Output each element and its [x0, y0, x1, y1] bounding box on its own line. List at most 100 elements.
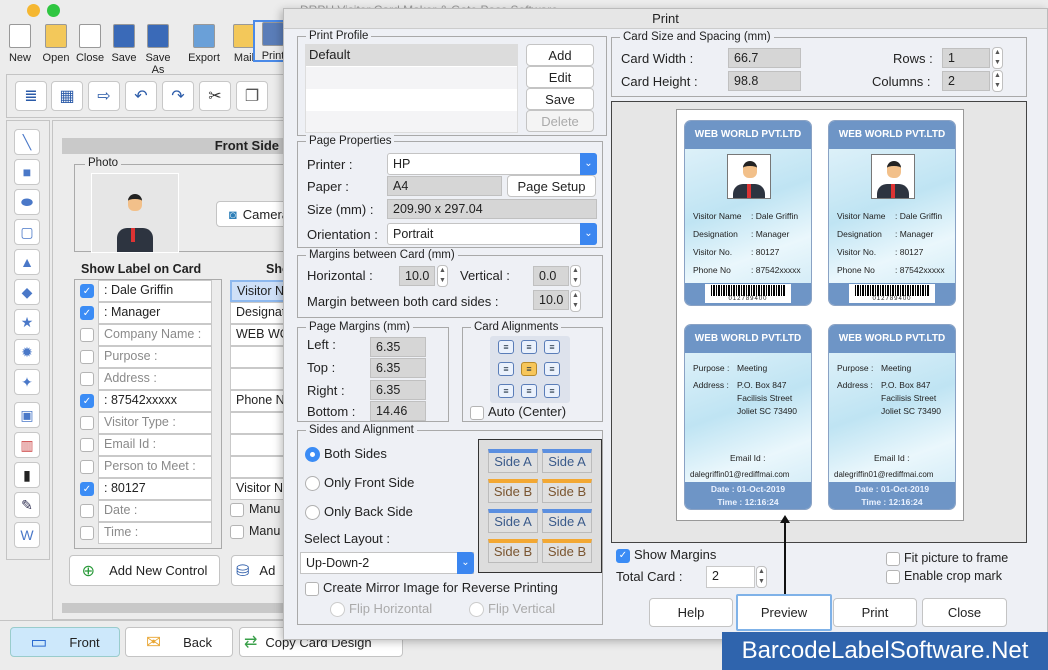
label-field[interactable]: Person to Meet :	[98, 456, 212, 478]
page-setup-button[interactable]: Page Setup	[507, 175, 596, 197]
horizontal-scrollbar[interactable]	[62, 603, 292, 613]
label-field[interactable]: Company Name :	[98, 324, 212, 346]
mirror-image-checkbox[interactable]: Create Mirror Image for Reverse Printing	[305, 580, 558, 596]
rectangle-tool-icon[interactable]: ■	[14, 159, 40, 185]
label-field[interactable]: : 80127	[98, 478, 212, 500]
back-tab[interactable]: ✉ Back	[125, 627, 233, 657]
label-field[interactable]: Visitor Type :	[98, 412, 212, 434]
checkbox-box[interactable]	[80, 350, 94, 364]
check-icon[interactable]: ✓	[80, 306, 94, 320]
align-top-right-icon[interactable]: ≡	[544, 340, 560, 354]
vertical-stepper[interactable]: ▲ ▼	[570, 265, 581, 287]
layout-select[interactable]: Up-Down-2 ⌄	[300, 552, 474, 574]
cut-icon[interactable]: ✂	[199, 81, 231, 111]
rows-field[interactable]: 1	[942, 48, 990, 68]
export-image-icon[interactable]: ⇨	[88, 81, 120, 111]
right-margin-field[interactable]: 6.35	[370, 380, 426, 400]
edit-profile-button[interactable]: Edit	[526, 66, 594, 88]
label-field[interactable]: : 87542xxxxx	[98, 390, 212, 412]
image-icon[interactable]: ▦	[51, 81, 83, 111]
auto-center-checkbox[interactable]: Auto (Center)	[470, 404, 566, 420]
delete-profile-button[interactable]: Delete	[526, 110, 594, 132]
close-button[interactable]: Close	[922, 598, 1007, 627]
only-front-radio[interactable]: Only Front Side	[305, 475, 414, 492]
fit-picture-checkbox[interactable]: Fit picture to frame	[886, 551, 1008, 566]
flip-vertical-radio[interactable]: Flip Vertical	[469, 601, 555, 618]
show-margins-checkbox[interactable]: ✓ Show Margins	[616, 547, 716, 563]
checkbox-box[interactable]	[230, 502, 244, 517]
checkbox-box[interactable]	[80, 438, 94, 452]
top-margin-field[interactable]: 6.35	[370, 358, 426, 378]
label-field[interactable]: Date :	[98, 500, 212, 522]
barcode-tool-icon[interactable]: ▮	[14, 462, 40, 488]
vertical-field[interactable]: 0.0	[533, 266, 569, 286]
checkbox-box[interactable]	[80, 460, 94, 474]
horizontal-stepper[interactable]: ▲ ▼	[437, 265, 448, 287]
library-tool-icon[interactable]: ▥	[14, 432, 40, 458]
watermark-tool-icon[interactable]: W	[14, 522, 40, 548]
bottom-margin-field[interactable]: 14.46	[370, 401, 426, 421]
only-back-radio[interactable]: Only Back Side	[305, 504, 413, 521]
label-field[interactable]: : Manager	[98, 302, 212, 324]
rows-stepper[interactable]: ▲ ▼	[992, 47, 1003, 69]
front-tab[interactable]: ▭ Front	[10, 627, 120, 657]
diamond-tool-icon[interactable]: ◆	[14, 279, 40, 305]
ellipse-tool-icon[interactable]: ⬬	[14, 189, 40, 215]
horizontal-field[interactable]: 10.0	[399, 266, 435, 286]
zoom-button[interactable]	[47, 4, 60, 17]
preview-button[interactable]: Preview	[736, 594, 832, 631]
align-bottom-right-icon[interactable]: ≡	[544, 384, 560, 398]
cross-star-tool-icon[interactable]: ✦	[14, 369, 40, 395]
photo-avatar[interactable]	[91, 173, 179, 253]
total-card-stepper[interactable]: ▲ ▼	[756, 566, 767, 588]
columns-stepper[interactable]: ▲ ▼	[992, 70, 1003, 92]
check-icon[interactable]: ✓	[80, 284, 94, 298]
print-button[interactable]: Print	[833, 598, 917, 627]
printer-select[interactable]: HP ⌄	[387, 153, 597, 175]
line-tool-icon[interactable]: ╲	[14, 129, 40, 155]
left-margin-field[interactable]: 6.35	[370, 337, 426, 357]
align-top-center-icon[interactable]: ≡	[521, 340, 537, 354]
minimize-button[interactable]	[27, 4, 40, 17]
checkbox-box[interactable]	[80, 526, 94, 540]
align-middle-left-icon[interactable]: ≡	[498, 362, 514, 376]
checkbox-box[interactable]	[80, 328, 94, 342]
both-sides-margin-field[interactable]: 10.0	[533, 290, 569, 310]
rounded-rect-tool-icon[interactable]: ▢	[14, 219, 40, 245]
checkbox-box[interactable]	[80, 416, 94, 430]
checkbox-box[interactable]	[80, 504, 94, 518]
picture-tool-icon[interactable]: ▣	[14, 402, 40, 428]
card-width-field[interactable]: 66.7	[728, 48, 801, 68]
align-middle-right-icon[interactable]: ≡	[544, 362, 560, 376]
label-field[interactable]: Address :	[98, 368, 212, 390]
card-height-field[interactable]: 98.8	[728, 71, 801, 91]
help-button[interactable]: Help	[649, 598, 733, 627]
align-bottom-left-icon[interactable]: ≡	[498, 384, 514, 398]
toolbar-save-as-button[interactable]: Save As	[138, 24, 178, 76]
save-profile-button[interactable]: Save	[526, 88, 594, 110]
toolbar-new-button[interactable]: New	[0, 24, 40, 64]
label-field[interactable]: Email Id :	[98, 434, 212, 456]
both-sides-margin-stepper[interactable]: ▲ ▼	[570, 290, 581, 312]
columns-field[interactable]: 2	[942, 71, 990, 91]
align-bottom-center-icon[interactable]: ≡	[521, 384, 537, 398]
add-database-button[interactable]: ⛁ Ad	[231, 555, 291, 586]
label-field[interactable]: : Dale Griffin	[98, 280, 212, 302]
star-tool-icon[interactable]: ★	[14, 309, 40, 335]
add-new-control-button[interactable]: ⊕ Add New Control	[69, 555, 220, 586]
align-top-left-icon[interactable]: ≡	[498, 340, 514, 354]
toolbar-export-button[interactable]: Export	[184, 24, 224, 64]
burst-tool-icon[interactable]: ✹	[14, 339, 40, 365]
checkbox-box[interactable]	[230, 524, 244, 539]
total-card-field[interactable]: 2	[706, 566, 755, 588]
crop-mark-checkbox[interactable]: Enable crop mark	[886, 569, 1002, 584]
copy-icon[interactable]: ❐	[236, 81, 268, 111]
add-profile-button[interactable]: Add	[526, 44, 594, 66]
check-icon[interactable]: ✓	[80, 482, 94, 496]
undo-icon[interactable]: ↶	[125, 81, 157, 111]
orientation-select[interactable]: Portrait ⌄	[387, 223, 597, 245]
label-field[interactable]: Time :	[98, 522, 212, 544]
check-icon[interactable]: ✓	[80, 394, 94, 408]
redo-icon[interactable]: ↷	[162, 81, 194, 111]
checkbox-box[interactable]	[80, 372, 94, 386]
